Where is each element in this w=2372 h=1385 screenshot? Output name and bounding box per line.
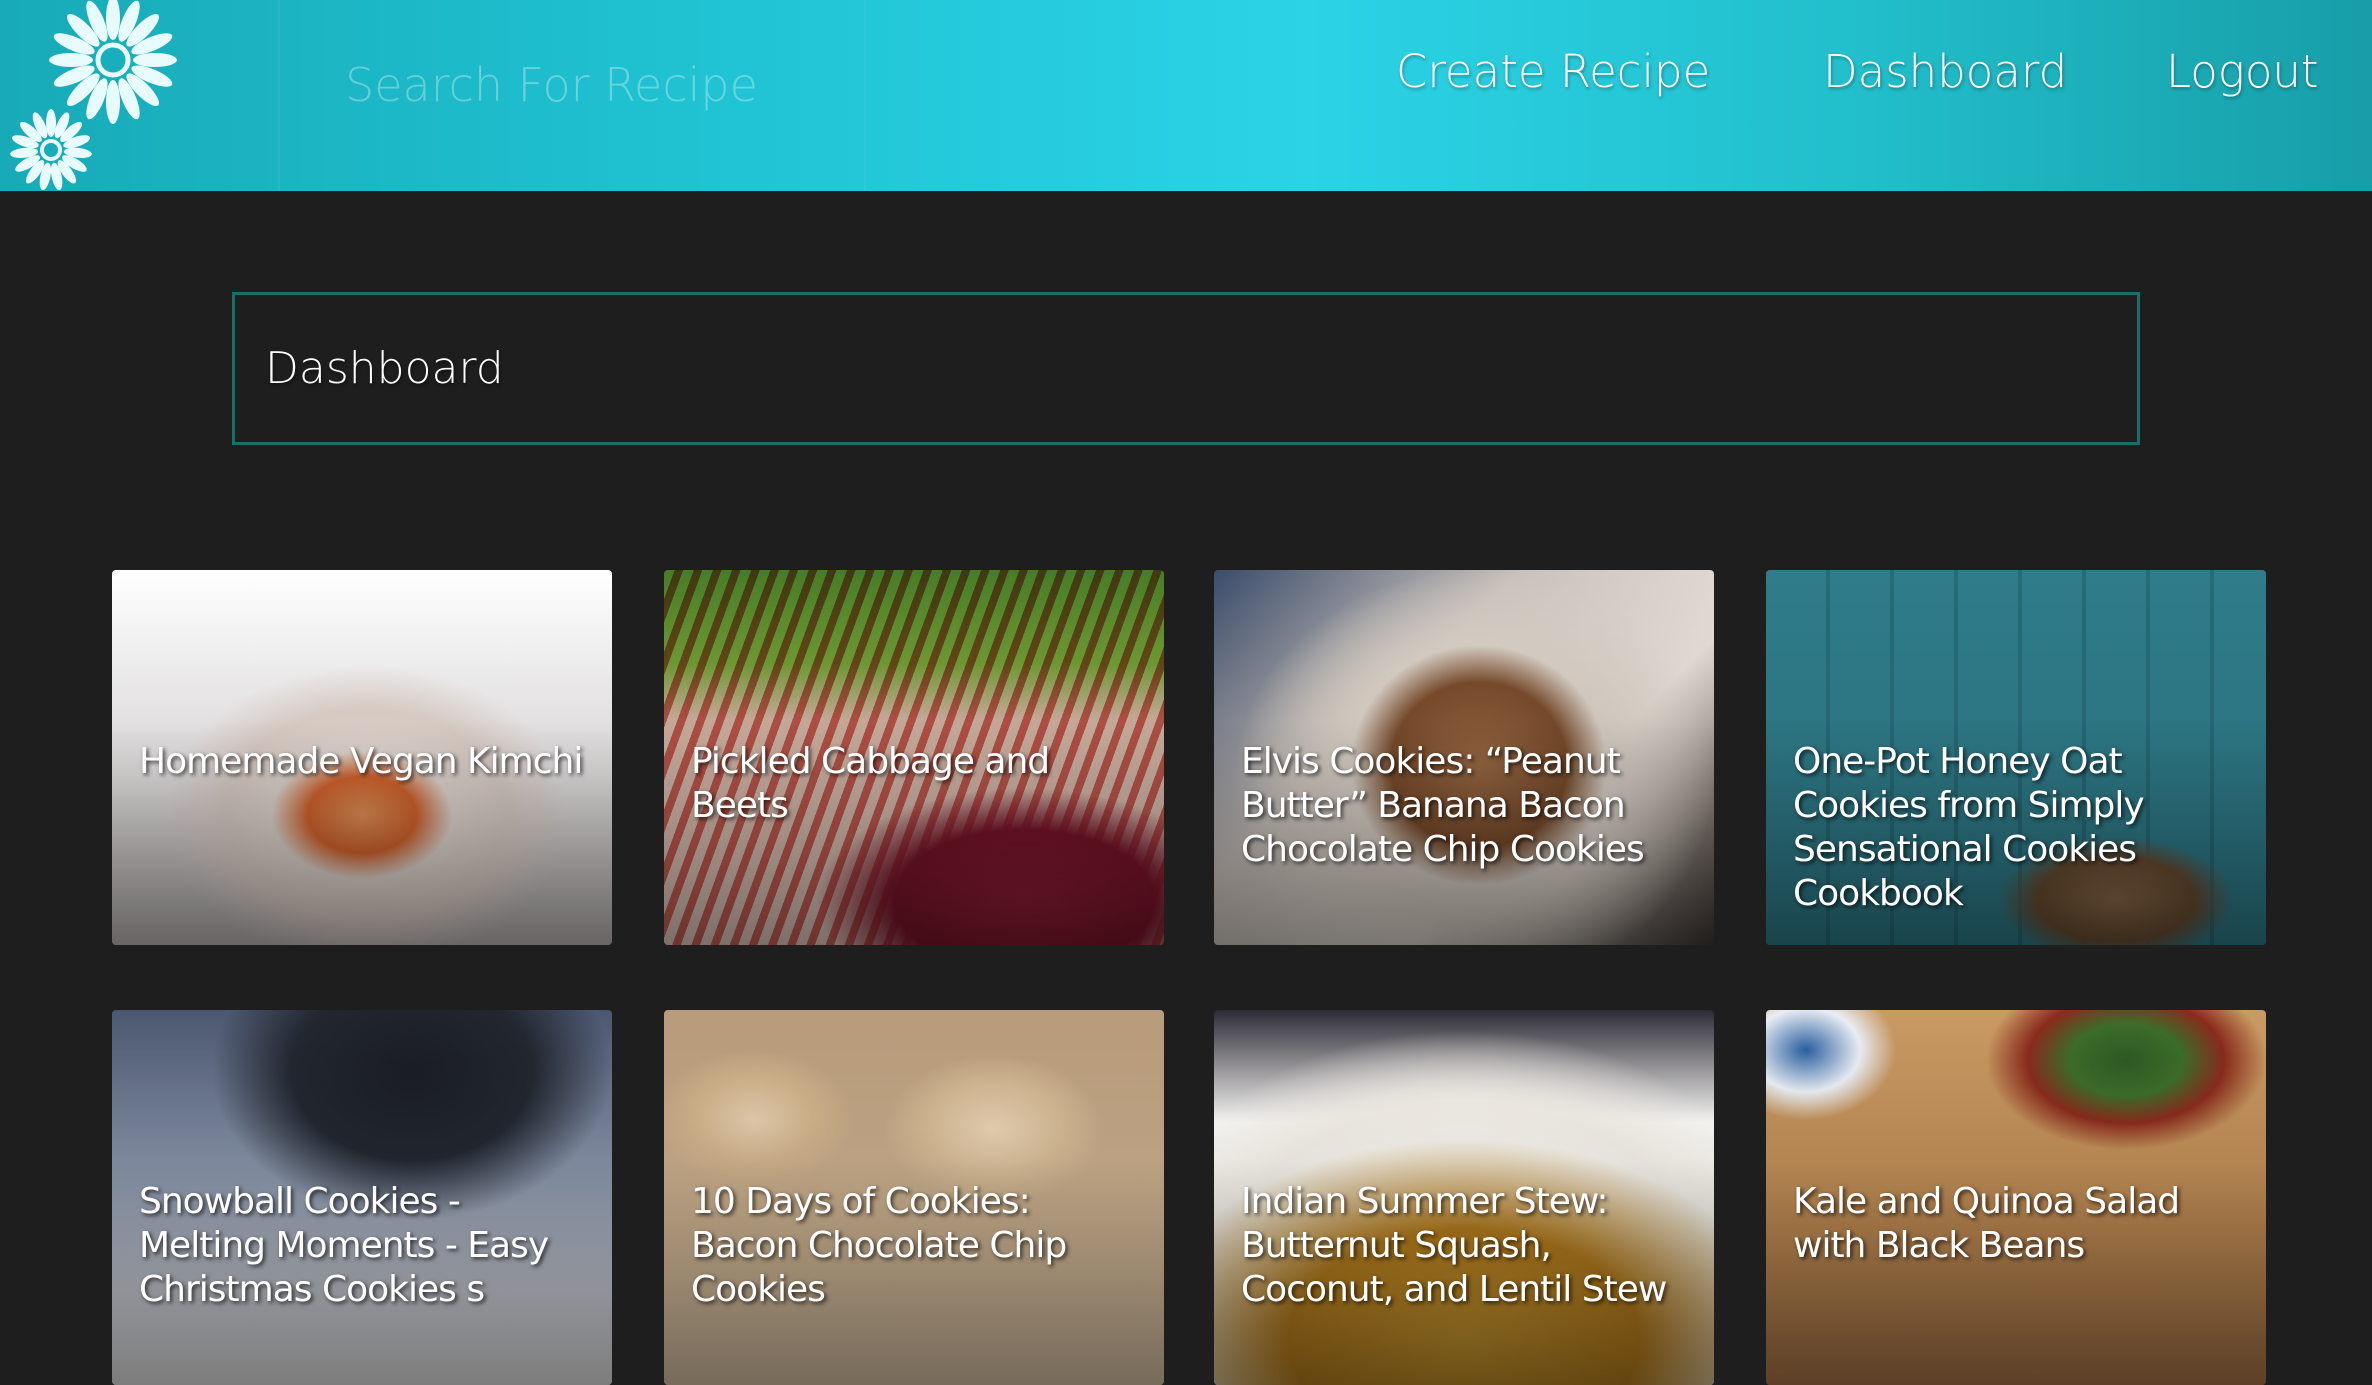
recipe-title: 10 Days of Cookies: Bacon Chocolate Chip… (691, 1181, 1067, 1310)
recipe-title: Homemade Vegan Kimchi (139, 741, 583, 782)
recipe-card[interactable]: Pickled Cabbage and Beets (664, 570, 1164, 945)
nav-create-recipe[interactable]: Create Recipe (1396, 36, 1710, 108)
recipe-card[interactable]: Snowball Cookies - Melting Moments - Eas… (112, 1010, 612, 1385)
dashboard-heading-box: Dashboard (232, 292, 2140, 445)
recipe-card[interactable]: Homemade Vegan Kimchi (112, 570, 612, 945)
recipe-card[interactable]: Indian Summer Stew: Butternut Squash, Co… (1214, 1010, 1714, 1385)
recipe-card[interactable]: Kale and Quinoa Salad with Black Beans (1766, 1010, 2266, 1385)
recipe-card[interactable]: One-Pot Honey Oat Cookies from Simply Se… (1766, 570, 2266, 945)
recipe-title: Pickled Cabbage and Beets (691, 741, 1050, 826)
recipe-title: Kale and Quinoa Salad with Black Beans (1793, 1181, 2180, 1266)
recipe-title: Elvis Cookies: “Peanut Butter” Banana Ba… (1241, 741, 1645, 870)
recipe-card[interactable]: Elvis Cookies: “Peanut Butter” Banana Ba… (1214, 570, 1714, 945)
recipe-title: Indian Summer Stew: Butternut Squash, Co… (1241, 1181, 1667, 1310)
top-header: Create Recipe Dashboard Logout (0, 0, 2372, 191)
search-input[interactable] (330, 40, 880, 130)
page-title: Dashboard (265, 343, 504, 394)
recipe-card[interactable]: 10 Days of Cookies: Bacon Chocolate Chip… (664, 1010, 1164, 1385)
nav-dashboard[interactable]: Dashboard (1823, 36, 2067, 108)
header-divider (278, 0, 280, 191)
recipe-title: One-Pot Honey Oat Cookies from Simply Se… (1793, 741, 2145, 914)
recipe-title: Snowball Cookies - Melting Moments - Eas… (139, 1181, 549, 1310)
flower-logo-icon[interactable] (0, 0, 190, 191)
nav-logout[interactable]: Logout (2166, 36, 2319, 108)
